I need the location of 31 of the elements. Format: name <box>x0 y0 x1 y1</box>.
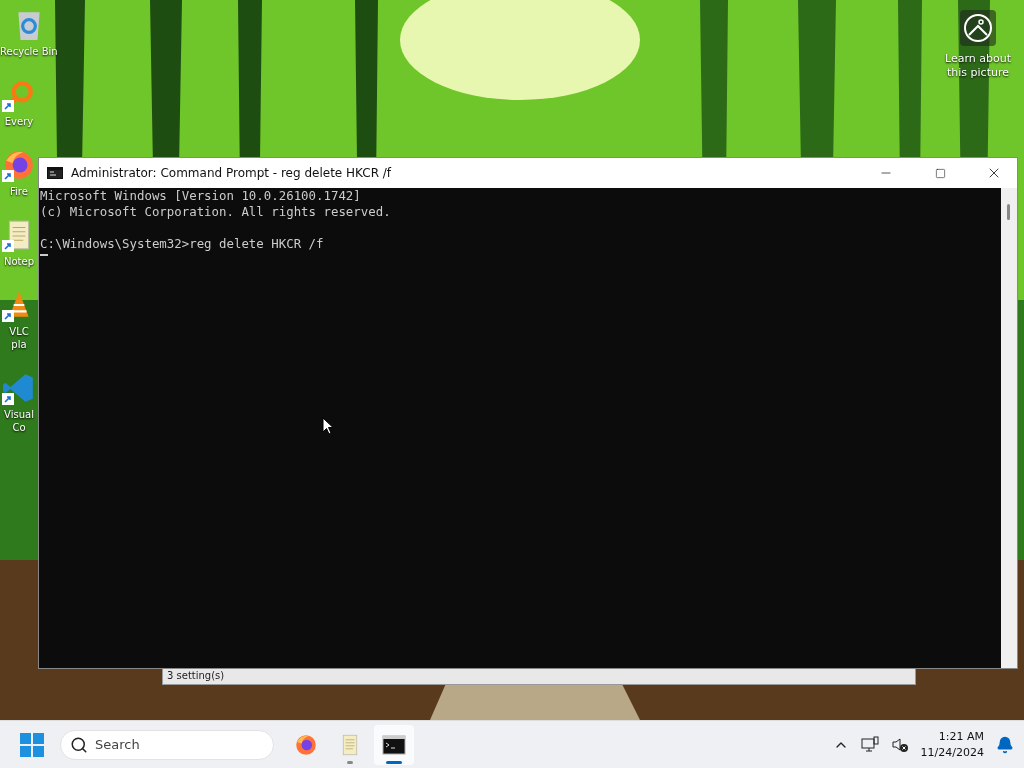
picture-info-icon[interactable] <box>960 10 996 46</box>
code-editor-icon[interactable] <box>2 371 36 405</box>
clock-time: 1:21 AM <box>938 728 984 745</box>
speaker-muted-icon[interactable] <box>890 735 909 754</box>
running-indicator <box>347 760 353 764</box>
notification-bell-icon[interactable] <box>996 735 1014 754</box>
running-indicator <box>386 760 402 764</box>
command-line: C:\Windows\System32>reg delete HKCR /f <box>40 236 325 252</box>
console-app-icon <box>47 167 63 179</box>
console-line: Microsoft Windows [Version 10.0.26100.1742] <box>40 188 362 204</box>
start-button[interactable] <box>20 732 44 757</box>
search-icon <box>70 735 88 754</box>
taskbar-app-button[interactable] <box>374 724 414 765</box>
clock-date: 11/24/2024 <box>920 744 984 761</box>
firefox-icon[interactable] <box>294 732 318 757</box>
maximize-icon <box>934 167 946 179</box>
console-line: (c) Microsoft Corporation. All rights reserved. <box>40 204 392 220</box>
terminal-icon[interactable] <box>382 732 406 757</box>
text-cursor <box>40 254 48 256</box>
mouse-pointer-icon <box>322 417 334 435</box>
spotlight-label[interactable]: Learn about this picture <box>938 52 1018 80</box>
network-icon[interactable] <box>860 735 879 754</box>
scrollbar[interactable] <box>1001 188 1017 668</box>
clock[interactable]: 1:21 AM 11/24/2024 <box>920 728 984 761</box>
window-title: Administrator: Command Prompt - reg delete HKCR /f <box>71 166 393 180</box>
status-text: 3 setting(s) <box>167 669 225 681</box>
search-field[interactable]: Search <box>60 729 274 760</box>
firefox-icon[interactable] <box>2 148 36 182</box>
desktop-icon-label[interactable]: Visual Co <box>4 408 34 434</box>
desktop-icon-label[interactable]: VLC pla <box>9 325 29 351</box>
scrollbar-thumb[interactable] <box>1007 204 1010 220</box>
